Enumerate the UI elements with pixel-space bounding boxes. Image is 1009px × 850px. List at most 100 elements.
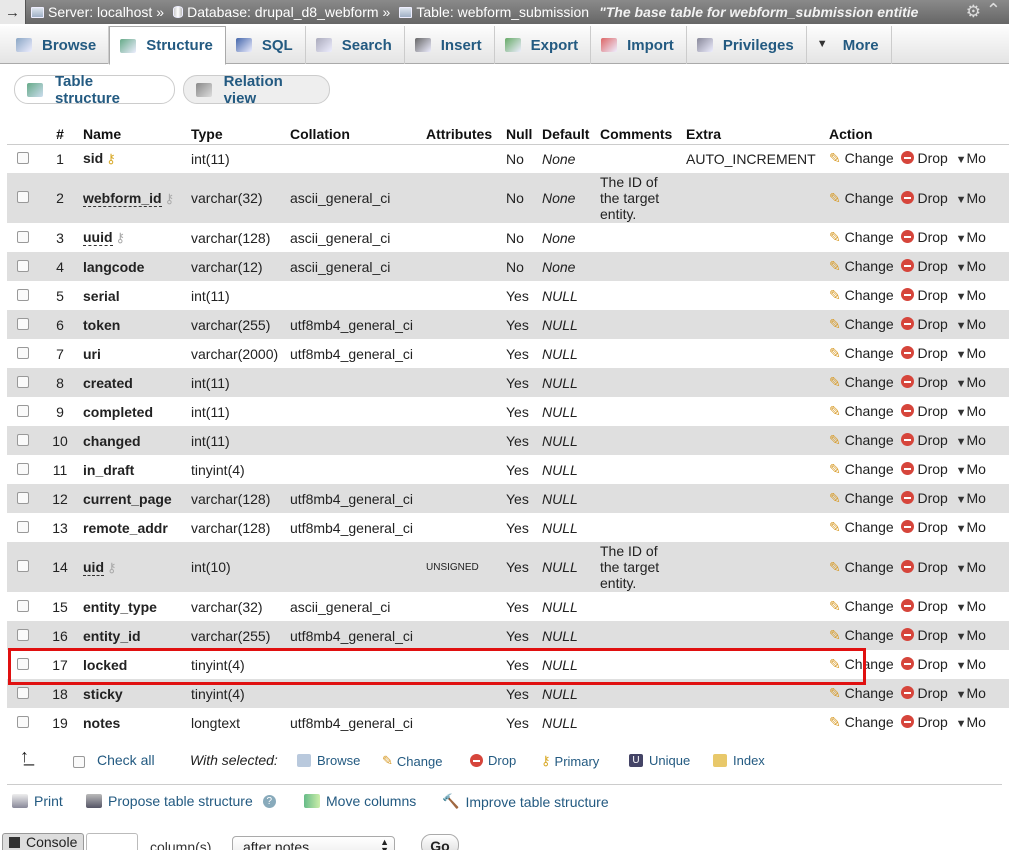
drop-link[interactable]: Drop	[901, 287, 948, 303]
drop-link[interactable]: Drop	[901, 258, 948, 274]
more-link[interactable]: ▼Mo	[956, 229, 986, 245]
tab-search[interactable]: Search	[306, 26, 405, 64]
col-comments[interactable]: Comments	[597, 124, 683, 145]
bulk-unique-button[interactable]: U Unique	[629, 753, 690, 768]
breadcrumb-server[interactable]: Server: localhost	[31, 4, 152, 20]
row-checkbox[interactable]	[17, 288, 29, 301]
row-checkbox[interactable]	[17, 628, 29, 641]
col-attributes[interactable]: Attributes	[423, 124, 503, 145]
row-checkbox-cell[interactable]	[7, 368, 40, 397]
print-link[interactable]: Print	[12, 793, 63, 809]
bulk-browse-button[interactable]: Browse	[297, 753, 360, 768]
row-checkbox-cell[interactable]	[7, 484, 40, 513]
col-extra[interactable]: Extra	[683, 124, 826, 145]
breadcrumb-database[interactable]: Database: drupal_d8_webform	[173, 4, 379, 20]
tab-relation-view[interactable]: Relation view	[183, 73, 330, 107]
row-checkbox[interactable]	[17, 462, 29, 475]
more-link[interactable]: ▼Mo	[956, 345, 986, 361]
tab-more[interactable]: ▼ More	[807, 26, 892, 64]
more-link[interactable]: ▼Mo	[956, 316, 986, 332]
drop-link[interactable]: Drop	[901, 685, 948, 701]
row-checkbox-cell[interactable]	[7, 592, 40, 621]
row-checkbox-cell[interactable]	[7, 650, 40, 679]
drop-link[interactable]: Drop	[901, 432, 948, 448]
row-checkbox[interactable]	[17, 599, 29, 612]
tab-import[interactable]: Import	[591, 26, 687, 64]
row-checkbox-cell[interactable]	[7, 173, 40, 223]
drop-link[interactable]: Drop	[901, 490, 948, 506]
row-checkbox[interactable]	[17, 715, 29, 728]
change-link[interactable]: ✎ Change	[829, 461, 894, 477]
row-checkbox[interactable]	[17, 259, 29, 272]
change-link[interactable]: ✎ Change	[829, 598, 894, 614]
console-tab[interactable]: Console	[2, 833, 85, 850]
change-link[interactable]: ✎ Change	[829, 714, 894, 730]
more-link[interactable]: ▼Mo	[956, 461, 986, 477]
row-checkbox-cell[interactable]	[7, 455, 40, 484]
row-checkbox-cell[interactable]	[7, 679, 40, 708]
improve-structure-link[interactable]: 🔨 Improve table structure	[442, 793, 609, 810]
change-link[interactable]: ✎ Change	[829, 258, 894, 274]
tab-browse[interactable]: Browse	[6, 26, 110, 64]
check-all-label[interactable]: Check all	[97, 752, 155, 768]
row-checkbox[interactable]	[17, 560, 29, 572]
row-checkbox-cell[interactable]	[7, 513, 40, 542]
more-link[interactable]: ▼Mo	[956, 519, 986, 535]
drop-link[interactable]: Drop	[901, 656, 948, 672]
tab-privileges[interactable]: Privileges	[687, 26, 807, 64]
position-select[interactable]: after notes ▲ ▼	[232, 836, 395, 850]
row-checkbox[interactable]	[17, 657, 29, 670]
bulk-index-button[interactable]: Index	[713, 753, 765, 768]
tab-insert[interactable]: Insert	[405, 26, 495, 64]
change-link[interactable]: ✎ Change	[829, 656, 894, 672]
drop-link[interactable]: Drop	[901, 374, 948, 390]
row-checkbox-cell[interactable]	[7, 542, 40, 592]
field-name[interactable]: uid	[83, 558, 104, 576]
tab-structure[interactable]: Structure	[109, 26, 226, 65]
row-checkbox[interactable]	[17, 404, 29, 417]
drop-link[interactable]: Drop	[901, 598, 948, 614]
row-checkbox[interactable]	[17, 346, 29, 359]
change-link[interactable]: ✎ Change	[829, 150, 894, 166]
drop-link[interactable]: Drop	[901, 316, 948, 332]
check-all-checkbox[interactable]	[73, 756, 85, 768]
row-checkbox-cell[interactable]	[7, 708, 40, 737]
change-link[interactable]: ✎ Change	[829, 229, 894, 245]
row-checkbox[interactable]	[17, 686, 29, 699]
drop-link[interactable]: Drop	[901, 190, 948, 206]
minimize-icon[interactable]: ⌃	[986, 0, 1001, 21]
row-checkbox[interactable]	[17, 491, 29, 504]
more-link[interactable]: ▼Mo	[956, 287, 986, 303]
drop-link[interactable]: Drop	[901, 559, 948, 575]
collapse-arrow-icon[interactable]: →	[0, 0, 26, 24]
drop-link[interactable]: Drop	[901, 229, 948, 245]
more-link[interactable]: ▼Mo	[956, 403, 986, 419]
bulk-primary-button[interactable]: ⚷ Primary	[541, 753, 599, 769]
row-checkbox-cell[interactable]	[7, 252, 40, 281]
more-link[interactable]: ▼Mo	[956, 627, 986, 643]
more-link[interactable]: ▼Mo	[956, 656, 986, 672]
propose-structure-link[interactable]: Propose table structure?	[86, 793, 276, 809]
help-icon[interactable]: ?	[262, 794, 276, 808]
bulk-drop-button[interactable]: Drop	[470, 753, 516, 768]
change-link[interactable]: ✎ Change	[829, 403, 894, 419]
row-checkbox-cell[interactable]	[7, 144, 40, 173]
row-checkbox-cell[interactable]	[7, 281, 40, 310]
row-checkbox-cell[interactable]	[7, 397, 40, 426]
more-link[interactable]: ▼Mo	[956, 685, 986, 701]
change-link[interactable]: ✎ Change	[829, 316, 894, 332]
gear-icon[interactable]: ⚙	[966, 2, 981, 22]
change-link[interactable]: ✎ Change	[829, 519, 894, 535]
drop-link[interactable]: Drop	[901, 150, 948, 166]
row-checkbox[interactable]	[17, 230, 29, 243]
change-link[interactable]: ✎ Change	[829, 627, 894, 643]
change-link[interactable]: ✎ Change	[829, 287, 894, 303]
more-link[interactable]: ▼Mo	[956, 432, 986, 448]
change-link[interactable]: ✎ Change	[829, 432, 894, 448]
tab-sql[interactable]: SQL	[226, 26, 306, 64]
drop-link[interactable]: Drop	[901, 403, 948, 419]
change-link[interactable]: ✎ Change	[829, 374, 894, 390]
change-link[interactable]: ✎ Change	[829, 345, 894, 361]
more-link[interactable]: ▼Mo	[956, 190, 986, 206]
row-checkbox[interactable]	[17, 317, 29, 330]
